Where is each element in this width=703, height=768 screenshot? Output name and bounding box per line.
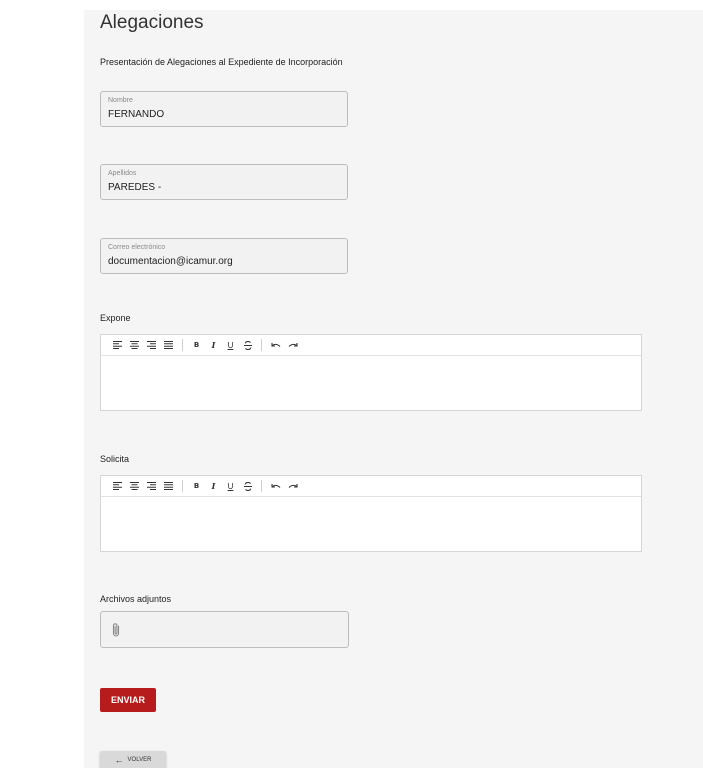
- bold-icon[interactable]: B: [188, 478, 205, 495]
- align-right-icon[interactable]: [143, 337, 160, 354]
- back-button-label: VOLVER: [127, 756, 152, 763]
- correo-value[interactable]: documentacion@icamur.org: [108, 256, 233, 267]
- expone-toolbar: B I U: [101, 335, 641, 356]
- bold-icon[interactable]: B: [188, 337, 205, 354]
- arrow-left-icon: ←: [114, 754, 124, 765]
- apellidos-value[interactable]: PAREDES -: [108, 182, 161, 193]
- redo-icon[interactable]: [284, 337, 301, 354]
- undo-icon[interactable]: [267, 337, 284, 354]
- page-subtitle: Presentación de Alegaciones al Expedient…: [100, 57, 343, 67]
- underline-icon[interactable]: U: [222, 337, 239, 354]
- back-button[interactable]: ← VOLVER: [100, 751, 166, 768]
- align-right-icon[interactable]: [143, 478, 160, 495]
- attachments-input[interactable]: [100, 611, 349, 648]
- solicita-toolbar: B I U: [101, 476, 641, 497]
- toolbar-divider: [182, 339, 183, 351]
- apellidos-field[interactable]: Apellidos PAREDES -: [100, 164, 348, 200]
- paperclip-icon[interactable]: [111, 622, 121, 643]
- align-justify-icon[interactable]: [160, 337, 177, 354]
- align-justify-icon[interactable]: [160, 478, 177, 495]
- italic-icon[interactable]: I: [205, 478, 222, 495]
- underline-icon[interactable]: U: [222, 478, 239, 495]
- correo-field[interactable]: Correo electrónico documentacion@icamur.…: [100, 238, 348, 274]
- apellidos-label: Apellidos: [108, 170, 137, 177]
- strikethrough-icon[interactable]: [239, 337, 256, 354]
- nombre-field[interactable]: Nombre FERNANDO: [100, 91, 348, 127]
- toolbar-divider: [182, 480, 183, 492]
- align-center-icon[interactable]: [126, 478, 143, 495]
- toolbar-divider: [261, 480, 262, 492]
- align-left-icon[interactable]: [109, 478, 126, 495]
- align-left-icon[interactable]: [109, 337, 126, 354]
- italic-icon[interactable]: I: [205, 337, 222, 354]
- nombre-label: Nombre: [108, 97, 133, 104]
- expone-label: Expone: [100, 313, 131, 323]
- redo-icon[interactable]: [284, 478, 301, 495]
- nombre-value[interactable]: FERNANDO: [108, 109, 164, 120]
- toolbar-divider: [261, 339, 262, 351]
- page-title: Alegaciones: [100, 12, 204, 33]
- expone-content[interactable]: [101, 356, 641, 410]
- undo-icon[interactable]: [267, 478, 284, 495]
- correo-label: Correo electrónico: [108, 244, 166, 251]
- strikethrough-icon[interactable]: [239, 478, 256, 495]
- attachments-label: Archivos adjuntos: [100, 594, 172, 604]
- solicita-editor[interactable]: B I U: [100, 475, 642, 552]
- send-button[interactable]: ENVIAR: [100, 688, 156, 712]
- expone-editor[interactable]: B I U: [100, 334, 642, 411]
- solicita-label: Solicita: [100, 454, 130, 464]
- solicita-content[interactable]: [101, 497, 641, 551]
- align-center-icon[interactable]: [126, 337, 143, 354]
